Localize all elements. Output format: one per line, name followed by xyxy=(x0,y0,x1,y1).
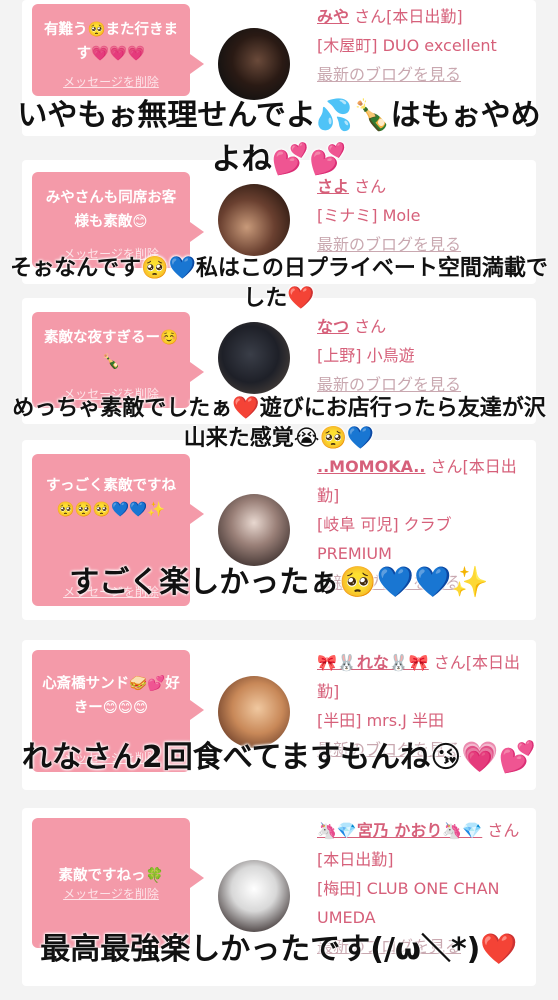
cast-info: みや さん[本日出勤] [木屋町] DUO excellent 最新のブログを見… xyxy=(317,2,529,89)
message-bubble: 有難う🥺また行きます💗💗💗 メッセージを削除 xyxy=(32,4,204,96)
cast-name-link[interactable]: ..MOMOKA.. xyxy=(317,457,425,476)
cast-name-link[interactable]: みや xyxy=(317,7,349,26)
message-text: みやさんも同席お客様も素敵😊 xyxy=(45,190,177,230)
shop-name: [岐阜 可児] クラブ PREMIUM xyxy=(317,515,452,563)
overlay-caption: 最高最強楽しかったです(/ω＼*)❤️ xyxy=(40,932,518,967)
cast-name-link[interactable]: なつ xyxy=(317,317,349,336)
overlay-caption: そぉなんです🥺💙私はこの日プライベート空間満載でした❤️ xyxy=(10,256,548,311)
cast-status: さん xyxy=(354,317,387,336)
message-text: 素敵ですねっ🍀 xyxy=(58,868,164,884)
delete-message-link[interactable]: メッセージを削除 xyxy=(32,886,190,902)
cast-name-link[interactable]: 🦄💎宮乃 かおり🦄💎 xyxy=(317,821,482,840)
message-text: すっごく素敵ですね🥺🥺🥺💙💙✨ xyxy=(46,478,176,518)
avatar[interactable] xyxy=(218,860,290,932)
cast-info: なつ さん [上野] 小鳥遊 最新のブログを見る xyxy=(317,312,529,399)
shop-name: [上野] 小鳥遊 xyxy=(317,346,415,365)
shop-name: [木屋町] DUO excellent xyxy=(317,36,497,55)
shop-name: [ミナミ] Mole xyxy=(317,206,421,225)
avatar[interactable] xyxy=(218,28,290,100)
cast-name-link[interactable]: 🎀🐰れな🐰🎀 xyxy=(317,653,429,672)
message-text: 有難う🥺また行きます💗💗💗 xyxy=(43,22,179,62)
avatar[interactable] xyxy=(218,322,290,394)
shop-name: [梅田] CLUB ONE CHAN UMEDA xyxy=(317,879,500,927)
cast-info: さよ さん [ミナミ] Mole 最新のブログを見る xyxy=(317,172,529,259)
delete-message-link[interactable]: メッセージを削除 xyxy=(32,74,190,90)
shop-name: [半田] mrs.J 半田 xyxy=(317,711,444,730)
avatar[interactable] xyxy=(218,494,290,566)
overlay-caption: めっちゃ素敵でしたぁ❤️遊びにお店行ったら友達が沢山来た感覚😭🥺💙 xyxy=(12,396,546,451)
cast-status: さん[本日出勤] xyxy=(354,7,463,26)
overlay-caption: すごく楽しかったぁ🥺💙💙✨ xyxy=(69,565,489,600)
overlay-caption: れなさん2回食べてますもんね😘💗💕 xyxy=(21,740,537,775)
overlay-caption: いやもぉ無理せんでよ💦🍾はもぉやめよね💕💕 xyxy=(17,98,541,177)
avatar[interactable] xyxy=(218,184,290,256)
message-text: 素敵な夜すぎるー☺️🍾 xyxy=(43,330,179,370)
blog-link[interactable]: 最新のブログを見る xyxy=(317,60,529,89)
message-text: 心斎橋サンド🥪💕好きー😊😊😊 xyxy=(42,676,180,716)
